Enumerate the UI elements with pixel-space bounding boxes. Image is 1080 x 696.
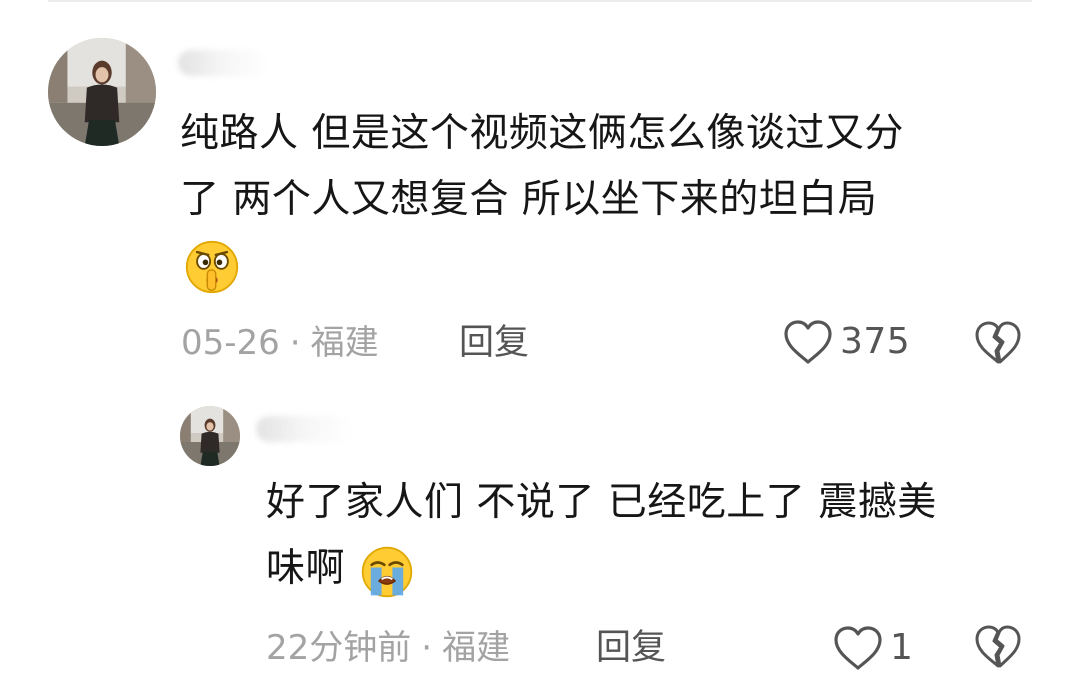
- reply-dislike-button[interactable]: [974, 624, 1022, 670]
- comment-meta: 05-26 · 福建: [181, 323, 379, 363]
- comment-text-line-2: 了 两个人又想复合 所以坐下来的坦白局: [180, 177, 878, 222]
- reply-like-button[interactable]: 1: [832, 624, 913, 672]
- reply-location: 福建: [442, 628, 511, 668]
- meta-separator: ·: [289, 323, 301, 363]
- top-divider: [48, 0, 1032, 2]
- comment-date: 05-26: [181, 323, 280, 363]
- replier-username[interactable]: [256, 416, 352, 442]
- comment-text-line-1: 纯路人 但是这个视频这俩怎么像谈过又分: [180, 111, 904, 156]
- reply-like-count: 1: [890, 627, 914, 668]
- reply-text-line-1: 好了家人们 不说了 已经吃上了 震撼美: [266, 480, 937, 525]
- heart-outline-icon: [834, 626, 882, 670]
- comment-like-count: 375: [840, 321, 911, 362]
- loudly-crying-face-emoji-icon: [361, 546, 413, 598]
- reply-date: 22分钟前: [266, 628, 412, 668]
- broken-heart-outline-icon: [975, 625, 1021, 668]
- reply-reply-button[interactable]: 回复: [596, 628, 666, 668]
- reply-meta: 22分钟前 · 福建: [266, 628, 510, 668]
- comment-like-button[interactable]: 375: [782, 318, 910, 366]
- commenter-username[interactable]: [178, 50, 270, 76]
- comment-location: 福建: [310, 323, 379, 363]
- avatar-photo: [180, 406, 240, 466]
- comment-reply-button[interactable]: 回复: [459, 323, 529, 363]
- commenter-avatar[interactable]: [48, 38, 156, 146]
- reply-text-line-2: 味啊: [266, 546, 346, 591]
- heart-outline-icon: [784, 320, 832, 364]
- shushing-face-emoji-icon: [185, 240, 239, 294]
- meta-separator: ·: [421, 628, 433, 668]
- comment-dislike-button[interactable]: [974, 320, 1022, 366]
- avatar-photo: [48, 38, 156, 146]
- replier-avatar[interactable]: [180, 406, 240, 466]
- broken-heart-outline-icon: [975, 321, 1021, 364]
